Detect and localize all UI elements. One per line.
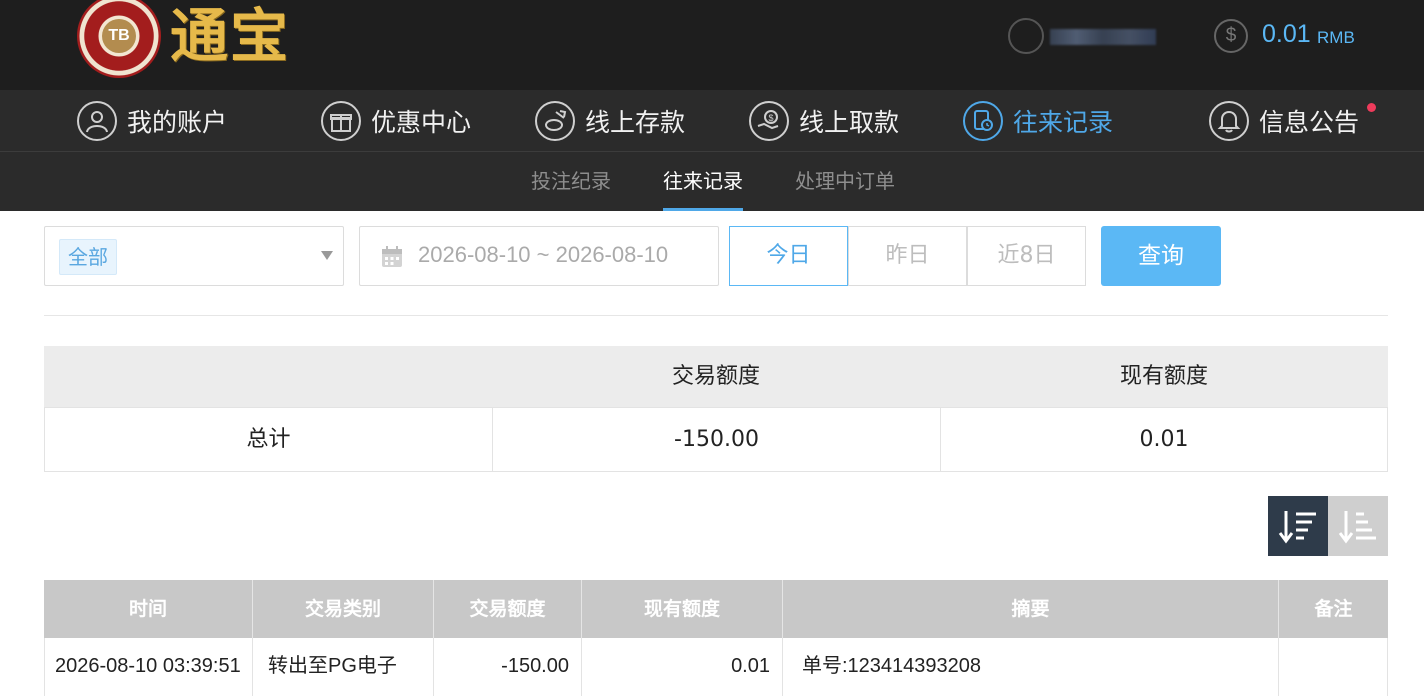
sort-asc-button[interactable]	[1328, 496, 1388, 556]
svg-text:$: $	[768, 113, 773, 123]
search-button[interactable]: 查询	[1101, 226, 1221, 286]
records-icon	[963, 101, 1003, 141]
cell-note	[1279, 638, 1387, 696]
nav-item-promotions[interactable]: 优惠中心	[321, 90, 471, 152]
divider	[44, 315, 1388, 316]
today-button[interactable]: 今日	[729, 226, 848, 286]
summary-header: 交易额度 现有额度	[44, 346, 1388, 407]
nav-label: 往来记录	[1013, 108, 1114, 137]
cell-type: 转出至PG电子	[253, 638, 434, 696]
selected-type-tag[interactable]: 全部	[59, 239, 117, 275]
summary-total-amount: -150.00	[492, 408, 940, 471]
summary-total-label: 总计	[246, 427, 291, 452]
calendar-icon	[382, 246, 402, 267]
summary-header-blank	[44, 346, 492, 407]
sub-nav: 投注纪录 往来记录 处理中订单	[0, 152, 1424, 211]
sort-desc-button[interactable]	[1268, 496, 1328, 556]
notification-dot	[1367, 103, 1376, 112]
nav-item-withdraw[interactable]: $ 线上取款	[749, 90, 899, 152]
deposit-icon	[535, 101, 575, 141]
summary-row: 总计 -150.00 0.01	[44, 407, 1388, 472]
logo-text[interactable]: 通宝	[170, 0, 290, 72]
nav-item-announcements[interactable]: 信息公告	[1209, 90, 1359, 152]
tab-transaction-records[interactable]: 往来记录	[663, 152, 743, 211]
top-header: TB 通宝 $ 0.01 RMB	[0, 0, 1424, 90]
records-header: 时间 交易类别 交易额度 现有额度 摘要 备注	[44, 580, 1388, 638]
cell-balance: 0.01	[582, 638, 783, 696]
nav-label: 优惠中心	[371, 108, 472, 137]
sort-desc-icon	[1278, 511, 1316, 544]
bell-icon	[1209, 101, 1249, 141]
summary-header-amount: 交易额度	[671, 364, 760, 389]
table-row[interactable]: 2026-08-10 03:39:51 转出至PG电子 -150.00 0.01…	[44, 638, 1388, 696]
nav-item-records[interactable]: 往来记录	[963, 90, 1113, 152]
user-avatar[interactable]	[1008, 18, 1044, 54]
cell-summary: 单号:123414393208	[783, 638, 1279, 696]
balance-unit: RMB	[1317, 28, 1355, 47]
logo-badge-text: TB	[102, 19, 136, 53]
nav-item-my-account[interactable]: 我的账户	[77, 90, 227, 152]
tab-pending-orders[interactable]: 处理中订单	[795, 152, 895, 211]
nav-label: 我的账户	[127, 108, 228, 137]
col-amount: 交易额度	[434, 580, 582, 638]
cell-amount: -150.00	[434, 638, 582, 696]
gift-icon	[321, 101, 361, 141]
summary-header-balance: 现有额度	[1119, 364, 1208, 389]
logo-badge[interactable]: TB	[77, 0, 161, 78]
chevron-down-icon	[321, 251, 333, 260]
user-icon	[77, 101, 117, 141]
type-select[interactable]: 全部	[44, 226, 344, 286]
nav-label: 线上存款	[585, 108, 686, 137]
withdraw-icon: $	[749, 101, 789, 141]
summary-total-balance: 0.01	[940, 408, 1387, 471]
yesterday-button[interactable]: 昨日	[848, 226, 967, 286]
date-range-text: 2026-08-10 ~ 2026-08-10	[418, 242, 669, 267]
nav-label: 线上取款	[799, 108, 900, 137]
cell-time: 2026-08-10 03:39:51	[45, 638, 253, 696]
tab-bet-records[interactable]: 投注纪录	[531, 152, 611, 211]
last-8-days-button[interactable]: 近8日	[967, 226, 1086, 286]
dollar-icon: $	[1214, 19, 1248, 53]
username-blurred[interactable]	[1050, 29, 1156, 45]
balance-amount: 0.01	[1262, 20, 1311, 48]
nav-label: 信息公告	[1259, 108, 1360, 137]
sort-asc-icon	[1338, 511, 1376, 544]
date-range-input[interactable]: 2026-08-10 ~ 2026-08-10	[359, 226, 719, 286]
col-type: 交易类别	[253, 580, 434, 638]
col-note: 备注	[1314, 598, 1353, 620]
col-balance: 现有额度	[582, 580, 783, 638]
col-time: 时间	[44, 580, 253, 638]
main-nav: 我的账户 优惠中心 线上存款 $ 线上取款 往来记录 信息公告	[0, 90, 1424, 152]
col-summary: 摘要	[783, 580, 1279, 638]
nav-item-deposit[interactable]: 线上存款	[535, 90, 685, 152]
